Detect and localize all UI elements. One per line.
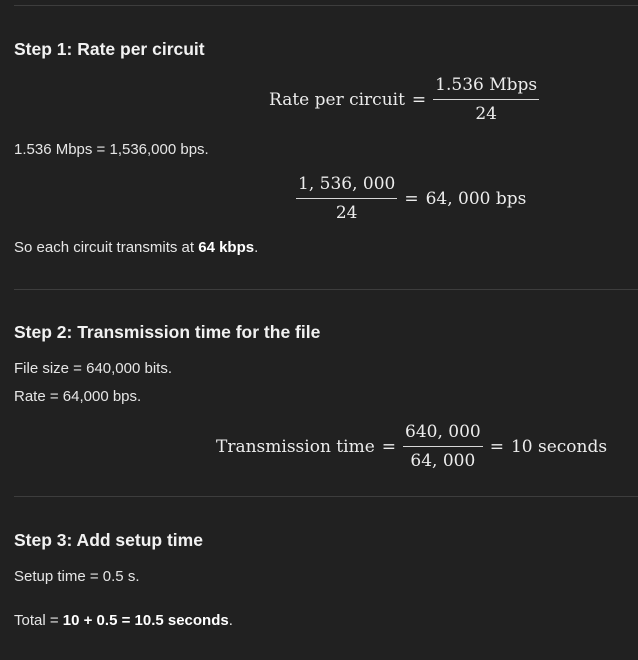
equation-lhs: Transmission time <box>216 436 375 457</box>
fraction: 640, 000 64, 000 <box>403 422 483 471</box>
fraction-denominator: 24 <box>335 203 358 223</box>
total-prefix: Total = <box>14 612 63 629</box>
fraction-numerator: 1.536 Mbps <box>433 75 540 100</box>
fraction: 1, 536, 000 24 <box>296 174 398 223</box>
total-suffix: . <box>228 612 233 629</box>
file-size-text: File size = 640,000 bits. <box>14 360 173 377</box>
fraction-numerator: 640, 000 <box>403 422 483 447</box>
fraction: 1.536 Mbps 24 <box>433 75 540 124</box>
circuit-rate-conclusion: So each circuit transmits at 64 kbps. <box>14 239 258 256</box>
step2-heading: Step 2: Transmission time for the file <box>14 322 321 342</box>
step3-heading: Step 3: Add setup time <box>14 530 203 550</box>
fraction-numerator: 1, 536, 000 <box>296 174 398 199</box>
equals-sign: = <box>411 89 427 110</box>
rate-per-circuit-equation: Rate per circuit = 1.536 Mbps 24 <box>269 75 540 124</box>
fraction-denominator: 64, 000 <box>410 451 476 471</box>
top-divider <box>14 5 638 6</box>
equals-sign: = <box>404 188 419 209</box>
equation-result: 10 seconds <box>510 436 608 457</box>
step1-heading: Step 1: Rate per circuit <box>14 39 205 59</box>
section-divider <box>14 496 638 497</box>
equals-sign: = <box>489 436 504 457</box>
total-value: 10 + 0.5 = 10.5 seconds <box>62 612 229 629</box>
transmission-time-equation: Transmission time = 640, 000 64, 000 = 1… <box>216 422 607 471</box>
total-time-text: Total = 10 + 0.5 = 10.5 seconds. <box>14 612 233 629</box>
circuit-rate-equation: 1, 536, 000 24 = 64, 000 bps <box>296 174 526 223</box>
unit-conversion-text: 1.536 Mbps = 1,536,000 bps. <box>14 141 209 158</box>
conclusion-value: 64 kbps <box>198 239 255 256</box>
setup-time-text: Setup time = 0.5 s. <box>14 568 140 585</box>
fraction-denominator: 24 <box>475 104 497 124</box>
equation-result: 64, 000 bps <box>425 188 527 209</box>
equation-lhs: Rate per circuit <box>269 89 405 110</box>
equals-sign: = <box>381 436 397 457</box>
rate-text: Rate = 64,000 bps. <box>14 388 142 405</box>
section-divider <box>14 289 638 290</box>
conclusion-suffix: . <box>254 239 259 256</box>
conclusion-prefix: So each circuit transmits at <box>14 239 199 256</box>
